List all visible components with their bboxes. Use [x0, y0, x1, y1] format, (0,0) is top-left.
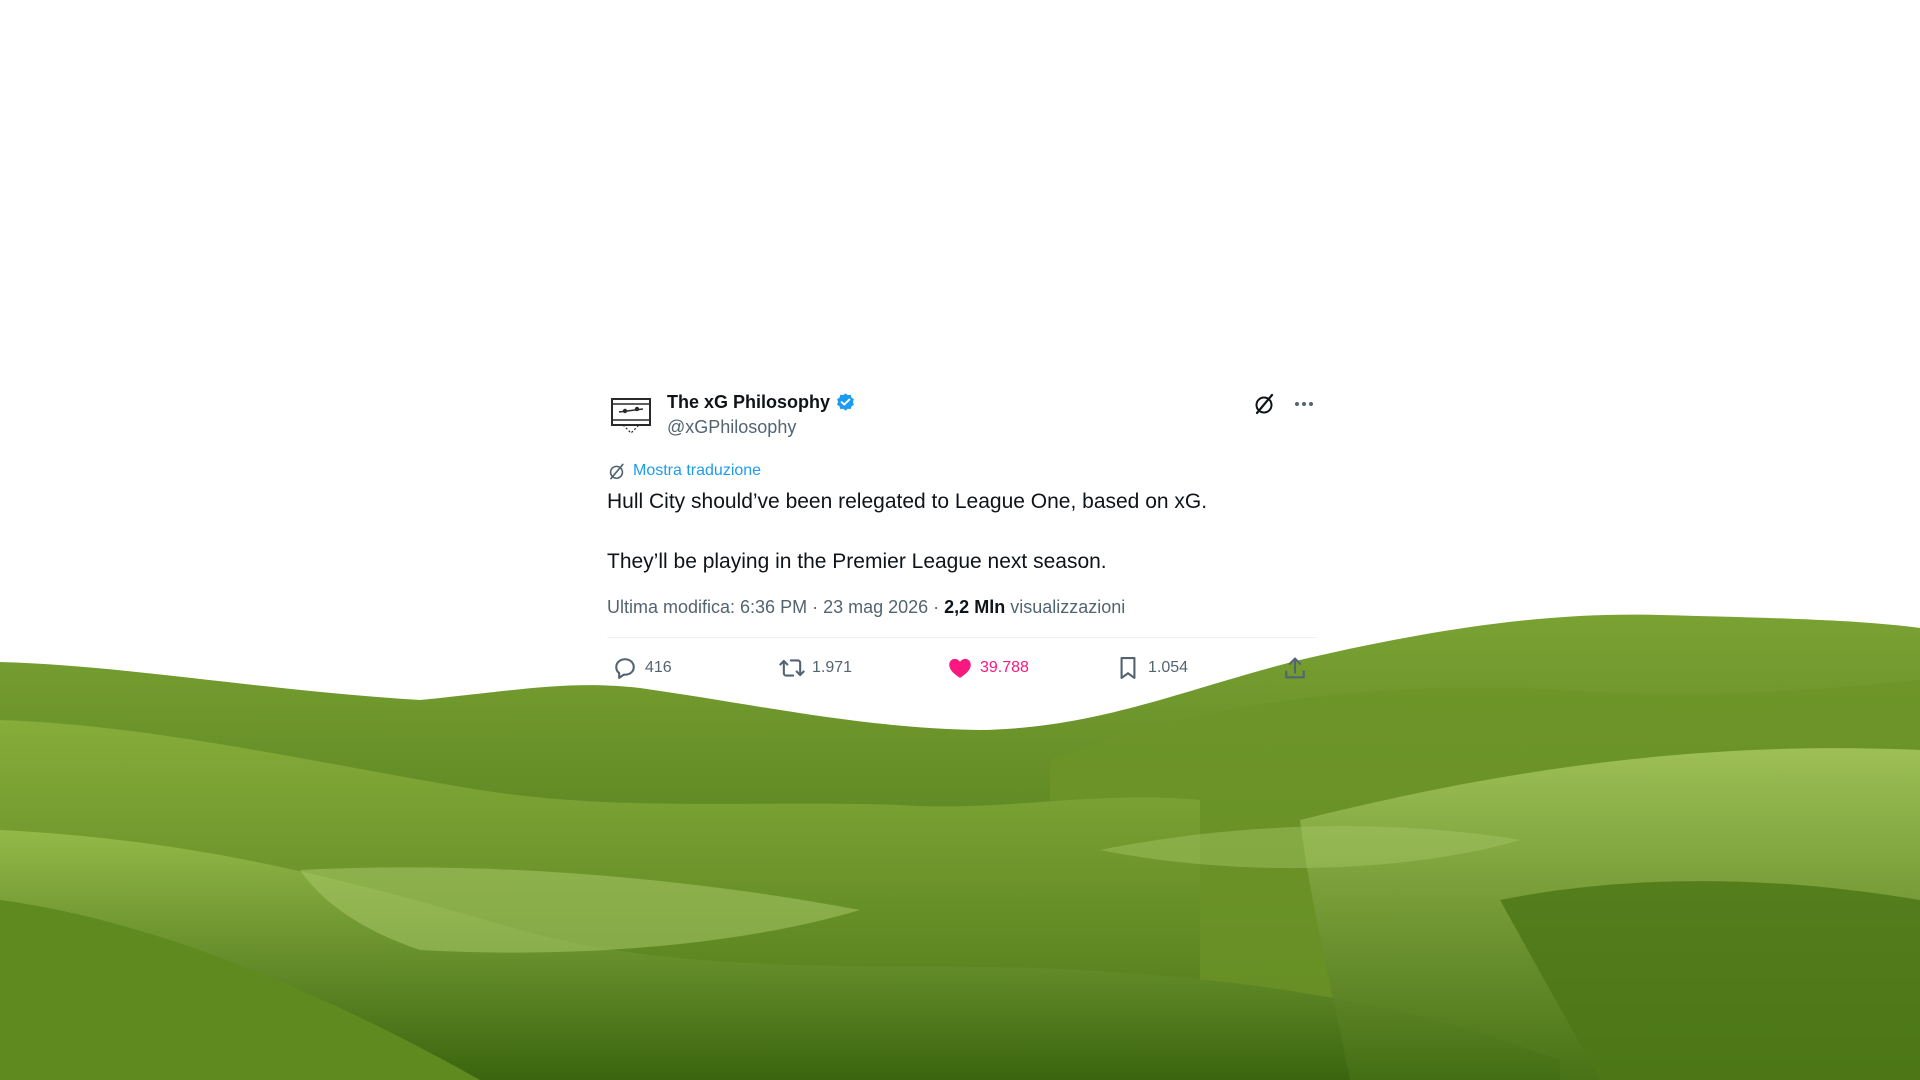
author-display-name[interactable]: The xG Philosophy: [667, 392, 830, 413]
reply-icon: [615, 658, 635, 679]
bookmark-icon: [1120, 657, 1136, 679]
share-button[interactable]: [1281, 653, 1309, 683]
retweet-icon: [779, 659, 805, 677]
reply-count: 416: [645, 659, 672, 676]
author-handle[interactable]: @xGPhilosophy: [667, 417, 856, 438]
tweet-text-paragraph: They’ll be playing in the Premier League…: [607, 550, 1107, 573]
translate-icon: [609, 463, 624, 479]
display-name-row: The xG Philosophy: [667, 391, 856, 413]
share-icon: [1285, 657, 1305, 679]
meta-separator: ·: [928, 596, 945, 617]
reply-button[interactable]: 416: [611, 653, 672, 683]
screenshot-stage: The xG Philosophy @xGPhilosophy Mostra t…: [0, 0, 1920, 1080]
edited-prefix: Ultima modifica:: [607, 596, 741, 617]
meta-separator: ·: [807, 596, 824, 617]
football-pitch-avatar-icon[interactable]: [607, 389, 655, 437]
more-options-icon[interactable]: [1291, 391, 1317, 417]
tweet-time[interactable]: 6:36 PM: [740, 597, 807, 618]
translate-row[interactable]: Mostra traduzione: [607, 460, 1317, 482]
tweet-text: Hull City should’ve been relegated to Le…: [607, 487, 1317, 577]
like-button[interactable]: 39.788: [946, 653, 1029, 683]
bookmark-count: 1.054: [1148, 659, 1189, 676]
views-label: visualizzazioni: [1005, 596, 1126, 617]
tweet-header: The xG Philosophy @xGPhilosophy: [607, 383, 1317, 443]
like-count: 39.788: [980, 659, 1029, 676]
tweet-card: The xG Philosophy @xGPhilosophy Mostra t…: [607, 383, 1317, 698]
heart-filled-icon: [949, 658, 971, 678]
retweet-button[interactable]: 1.971: [778, 653, 852, 683]
show-translation-link[interactable]: Mostra traduzione: [633, 462, 761, 480]
views-count: 2,2 Mln: [944, 596, 1006, 617]
retweet-count: 1.971: [812, 659, 853, 676]
tweet-date[interactable]: 23 mag 2026: [823, 597, 928, 618]
verified-badge-icon: [837, 392, 854, 411]
tweet-meta: Ultima modifica: 6:36 PM · 23 mag 2026 ·…: [607, 594, 1317, 620]
header-actions: [1251, 391, 1317, 417]
tweet-actions: 416 1.971 39.788 1.054: [607, 638, 1317, 698]
grok-icon[interactable]: [1251, 391, 1277, 417]
tweet-text-paragraph: Hull City should’ve been relegated to Le…: [607, 490, 1208, 513]
author-names: The xG Philosophy @xGPhilosophy: [667, 391, 856, 438]
bookmark-button[interactable]: 1.054: [1114, 653, 1188, 683]
